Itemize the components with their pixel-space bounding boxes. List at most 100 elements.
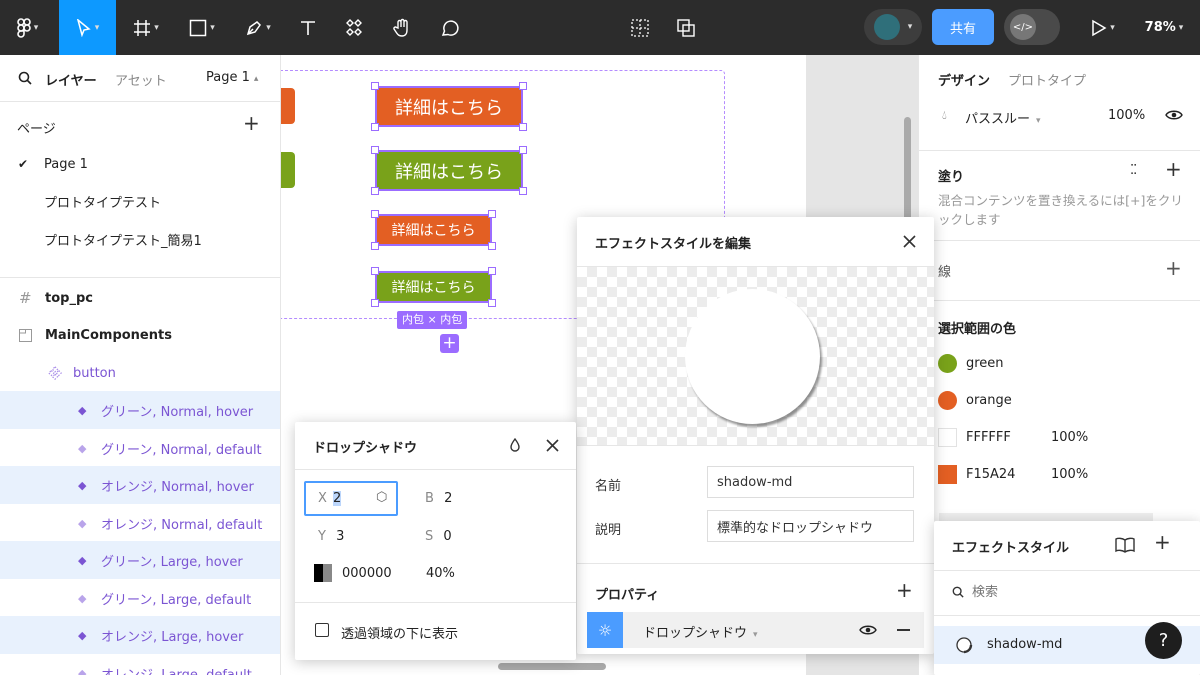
layer-label: グリーン, Normal, default [101,442,262,458]
zoom-menu[interactable]: 78% ▾ [1134,0,1194,55]
blend-mode-select[interactable]: パススルー ▾ [965,108,1041,127]
layer-item[interactable]: button [0,354,280,392]
resize-handle[interactable] [519,187,527,195]
description-input[interactable]: 標準的なドロップシャドウ [707,510,914,542]
tab-prototype[interactable]: プロトタイプ [1008,70,1086,89]
page-item[interactable]: ✔ Page 1 [0,145,280,183]
selection-color-item[interactable]: FFFFFF 100% [938,428,1178,448]
resize-handle[interactable] [488,267,496,275]
shadow-color-swatch[interactable] [314,564,332,582]
horizontal-scrollbar[interactable] [498,663,606,670]
blend-drop-icon[interactable] [509,438,521,452]
tab-assets[interactable]: アセット [115,70,167,89]
add-property-icon[interactable]: + [896,578,913,602]
button-partial-green[interactable] [281,152,295,188]
layer-item[interactable]: ◆ オレンジ, Large, default [0,654,280,675]
cursor-icon [76,18,91,37]
text-icon [301,20,315,35]
resize-handle[interactable] [519,82,527,90]
selection-color-item[interactable]: orange [938,391,1178,411]
resize-handle[interactable] [371,299,379,307]
add-stroke-icon[interactable]: + [1165,256,1182,280]
layer-opacity-field[interactable]: 100% [1108,108,1145,123]
add-fill-icon[interactable]: + [1165,157,1182,181]
close-icon[interactable] [546,439,559,452]
move-tool-button[interactable]: ▾ [59,0,116,55]
library-book-icon[interactable] [1115,537,1135,553]
resize-handle[interactable] [371,210,379,218]
help-button[interactable]: ? [1145,622,1182,659]
button-green-large[interactable]: 詳細はこちら [375,150,523,191]
add-page-icon[interactable]: + [243,113,260,133]
x-offset-input[interactable]: X 2 ⬡ [304,481,398,516]
hand-icon [393,18,408,37]
present-button[interactable]: ▾ [1080,0,1126,55]
resize-handle[interactable] [488,242,496,250]
shape-tool-button[interactable]: ▾ [176,0,228,55]
layer-item[interactable]: # top_pc [0,279,280,317]
text-tool-button[interactable] [288,0,328,55]
button-partial-orange[interactable] [281,88,295,124]
add-style-icon[interactable]: + [1154,530,1171,554]
show-behind-transparent-checkbox[interactable] [315,623,329,637]
name-input[interactable]: shadow-md [707,466,914,498]
resize-handle[interactable] [371,123,379,131]
layer-item[interactable]: ◆ グリーン, Large, hover [0,541,280,579]
layer-item[interactable]: ◆ オレンジ, Large, hover [0,616,280,654]
spread-input[interactable]: S 0 [425,529,452,544]
resize-handle[interactable] [371,82,379,90]
style-search-input[interactable] [972,583,1172,601]
resources-button[interactable] [332,0,376,55]
effect-settings-icon[interactable]: ☼ [587,612,623,648]
page-selector[interactable]: Page 1 ▴ [206,70,258,85]
share-button[interactable]: 共有 [932,9,994,45]
eye-icon[interactable] [859,624,877,636]
resize-handle[interactable] [371,242,379,250]
selection-color-item[interactable]: F15A24 100% [938,465,1178,485]
resize-handle[interactable] [371,267,379,275]
layer-item[interactable]: MainComponents [0,316,280,354]
shadow-opacity[interactable]: 40% [426,566,455,581]
resize-handle[interactable] [519,123,527,131]
page-item[interactable]: プロトタイプテスト_簡易1 [0,220,280,258]
tab-layers[interactable]: レイヤー [45,70,97,89]
tab-design[interactable]: デザイン [938,70,990,89]
eye-icon[interactable] [1165,109,1183,121]
shadow-color-hex[interactable]: 000000 [342,566,392,581]
variable-icon[interactable]: ⬡ [376,490,387,505]
layer-item[interactable]: ◆ オレンジ, Normal, hover [0,466,280,504]
button-orange-normal[interactable]: 詳細はこちら [375,214,492,246]
resize-handle[interactable] [488,299,496,307]
resize-handle[interactable] [488,210,496,218]
y-offset-input[interactable]: Y 3 [318,529,344,544]
comment-tool-button[interactable] [428,0,472,55]
button-green-normal[interactable]: 詳細はこちら [375,271,492,303]
resize-handle[interactable] [371,146,379,154]
main-menu-button[interactable]: ▾ [0,0,55,55]
resize-handle[interactable] [519,146,527,154]
blur-input[interactable]: B 2 [425,491,452,506]
dev-mode-toggle[interactable]: </> [1004,9,1060,45]
multiplayer-avatar[interactable]: ▾ [864,9,922,45]
resize-handle[interactable] [371,187,379,195]
search-icon[interactable] [18,70,32,89]
layer-item[interactable]: ◆ グリーン, Large, default [0,579,280,617]
pen-tool-button[interactable]: ▾ [232,0,284,55]
transform-button[interactable] [666,0,706,55]
close-icon[interactable] [903,235,916,248]
page-item[interactable]: プロトタイプテスト [0,182,280,220]
effect-type-select[interactable]: ドロップシャドウ ▾ [643,622,758,641]
selection-color-item[interactable]: green [938,354,1178,374]
color-swatch [938,465,957,484]
add-variant-icon[interactable]: + [440,334,459,353]
frame-tool-button[interactable]: ▾ [120,0,172,55]
hand-tool-button[interactable] [380,0,424,55]
layer-item[interactable]: ◆ グリーン, Normal, hover [0,391,280,429]
button-orange-large[interactable]: 詳細はこちら [375,86,523,127]
grid-toggle-button[interactable] [620,0,660,55]
styles-grid-icon[interactable]: ⁚⁚ [1130,163,1137,178]
layer-item[interactable]: ◆ グリーン, Normal, default [0,429,280,467]
remove-effect-icon[interactable] [897,629,910,631]
effect-row[interactable]: ☼ ドロップシャドウ ▾ [587,612,924,648]
layer-item[interactable]: ◆ オレンジ, Normal, default [0,504,280,542]
